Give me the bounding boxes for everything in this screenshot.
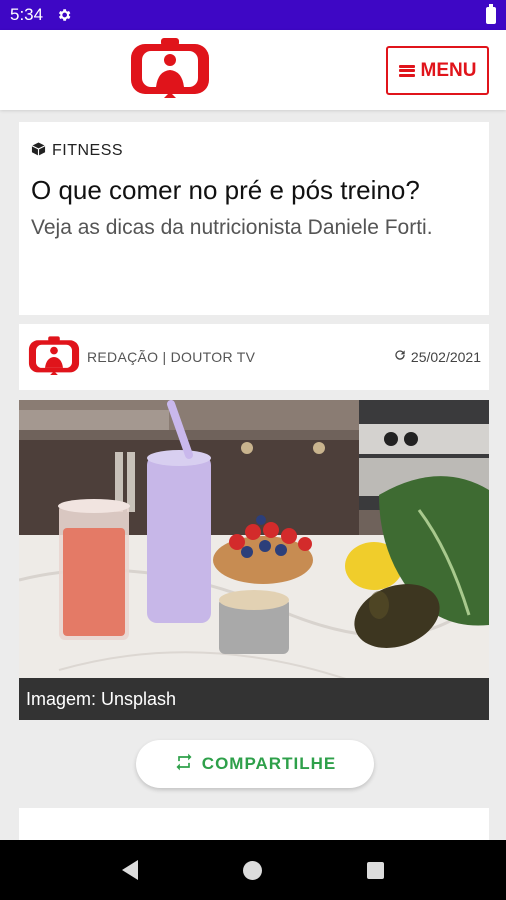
system-navigation-bar	[0, 840, 506, 900]
menu-label: MENU	[420, 59, 477, 81]
status-time: 5:34	[10, 5, 44, 24]
settings-gear-icon	[55, 6, 73, 24]
share-repeat-icon	[174, 752, 194, 777]
app-header: MENU	[0, 30, 506, 110]
doutor-tv-logo[interactable]	[128, 38, 212, 102]
refresh-icon	[393, 348, 407, 365]
article-header-card: FITNESS O que comer no pré e pós treino?…	[19, 122, 489, 315]
author-avatar	[27, 336, 81, 378]
status-bar: 5:34	[0, 0, 506, 30]
menu-icon	[398, 64, 415, 77]
date-text: 25/02/2021	[410, 348, 481, 365]
article-image: Imagem: Unsplash	[19, 400, 489, 720]
cube-icon	[31, 141, 46, 162]
share-button[interactable]: COMPARTILHE	[136, 740, 374, 788]
article-title: O que comer no pré e pós treino?	[31, 175, 420, 205]
article-category[interactable]: FITNESS	[31, 140, 477, 162]
nav-recent-icon[interactable]	[366, 861, 384, 879]
article-subtitle: Veja as dicas da nutricionista Daniele F…	[31, 216, 433, 239]
nav-back-icon[interactable]	[122, 860, 139, 880]
share-label: COMPARTILHE	[201, 754, 337, 773]
battery-icon	[486, 4, 496, 24]
publish-date: 25/02/2021	[393, 348, 481, 365]
author-card: REDAÇÃO | DOUTOR TV 25/02/2021	[19, 324, 489, 390]
author-name: REDAÇÃO | DOUTOR TV	[87, 349, 256, 365]
image-caption: Imagem: Unsplash	[19, 678, 489, 720]
nav-home-icon[interactable]	[242, 860, 262, 880]
category-label: FITNESS	[52, 142, 124, 159]
menu-button[interactable]: MENU	[386, 46, 489, 95]
